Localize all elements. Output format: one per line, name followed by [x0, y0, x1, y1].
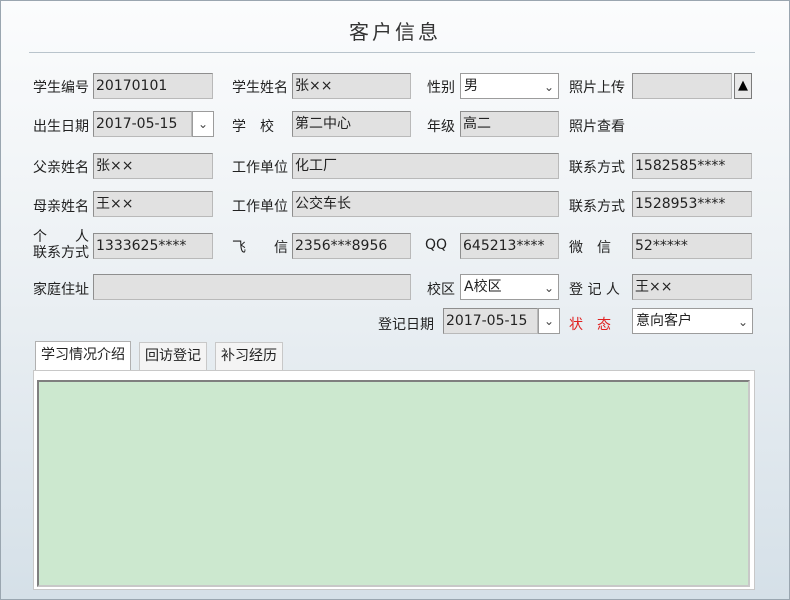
- photo-upload-field[interactable]: [632, 73, 732, 99]
- register-date-label: 登记日期: [378, 317, 434, 333]
- page-title: 客户信息: [349, 20, 441, 44]
- personal-contact-label-line2: 联系方式: [33, 245, 89, 261]
- wechat-field[interactable]: 52*****: [632, 233, 752, 259]
- father-contact-label: 联系方式: [569, 160, 625, 176]
- grade-label: 年级: [427, 119, 455, 135]
- wechat-label: 微 信: [569, 240, 611, 256]
- birth-date-picker-button[interactable]: ⌄: [192, 111, 214, 137]
- father-contact-field[interactable]: 1582585****: [632, 153, 752, 179]
- status-label: 状 态: [569, 317, 611, 333]
- tab-tutoring-history[interactable]: 补习经历: [215, 342, 283, 370]
- personal-contact-field[interactable]: 1333625****: [93, 233, 213, 259]
- father-name-field[interactable]: 张××: [93, 153, 213, 179]
- qq-field[interactable]: 645213****: [460, 233, 559, 259]
- chevron-down-icon: ⌄: [543, 80, 554, 94]
- student-name-label: 学生姓名: [232, 80, 288, 96]
- registrar-field[interactable]: 王××: [632, 274, 752, 300]
- tab-study-intro[interactable]: 学习情况介绍: [35, 341, 131, 371]
- triangle-up-icon: ▲: [738, 78, 748, 93]
- tab-panel: [33, 370, 755, 590]
- school-field[interactable]: 第二中心: [292, 111, 411, 137]
- title-divider: [29, 52, 755, 53]
- register-date-picker-button[interactable]: ⌄: [538, 308, 560, 334]
- gender-label: 性别: [427, 80, 455, 96]
- father-name-label: 父亲姓名: [33, 160, 89, 176]
- chevron-down-icon: ⌄: [197, 117, 209, 131]
- chevron-down-icon: ⌄: [543, 281, 554, 295]
- upload-button[interactable]: ▲: [734, 73, 752, 99]
- campus-label: 校区: [427, 282, 455, 298]
- registrar-label: 登 记 人: [569, 282, 620, 298]
- school-label: 学 校: [232, 119, 274, 135]
- mother-name-field[interactable]: 王××: [93, 191, 213, 217]
- grade-field[interactable]: 高二: [460, 111, 559, 137]
- personal-contact-label-line1: 个 人: [33, 229, 89, 245]
- photo-upload-label: 照片上传: [569, 80, 625, 96]
- tab-followup[interactable]: 回访登记: [139, 342, 207, 370]
- qq-label: QQ: [425, 237, 448, 253]
- gender-value: 男: [464, 78, 478, 94]
- home-address-label: 家庭住址: [33, 282, 89, 298]
- register-date-field[interactable]: 2017-05-15: [443, 308, 538, 334]
- student-id-field[interactable]: 20170101: [93, 73, 213, 99]
- status-select[interactable]: 意向客户 ⌄: [632, 308, 753, 334]
- home-address-field[interactable]: [93, 274, 411, 300]
- father-work-field[interactable]: 化工厂: [292, 153, 559, 179]
- student-name-field[interactable]: 张××: [292, 73, 411, 99]
- study-notes-textarea[interactable]: [37, 380, 750, 587]
- father-work-label: 工作单位: [232, 160, 288, 176]
- mother-contact-label: 联系方式: [569, 199, 625, 215]
- chevron-down-icon: ⌄: [543, 314, 555, 328]
- mother-name-label: 母亲姓名: [33, 199, 89, 215]
- photo-view-label: 照片查看: [569, 119, 625, 135]
- mother-contact-field[interactable]: 1528953****: [632, 191, 752, 217]
- status-value: 意向客户: [636, 313, 692, 329]
- mother-work-field[interactable]: 公交车长: [292, 191, 559, 217]
- gender-select[interactable]: 男 ⌄: [460, 73, 559, 99]
- feixin-field[interactable]: 2356***8956: [292, 233, 411, 259]
- feixin-label: 飞 信: [232, 240, 288, 256]
- birth-date-field[interactable]: 2017-05-15: [93, 111, 192, 137]
- tab-container: 学习情况介绍 回访登记 补习经历: [33, 341, 755, 592]
- campus-select[interactable]: A校区 ⌄: [460, 274, 559, 300]
- campus-value: A校区: [464, 279, 502, 295]
- birth-date-label: 出生日期: [33, 119, 89, 135]
- student-id-label: 学生编号: [33, 80, 89, 96]
- mother-work-label: 工作单位: [232, 199, 288, 215]
- personal-contact-label: 个 人 联系方式: [33, 229, 89, 261]
- chevron-down-icon: ⌄: [737, 315, 748, 329]
